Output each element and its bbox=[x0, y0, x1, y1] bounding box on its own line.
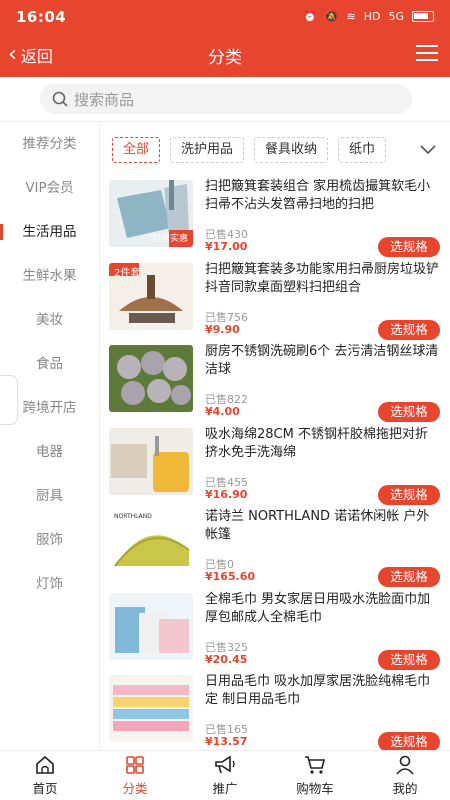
product-item[interactable]: 好用实惠 扫把簸箕套装组合 家用梳齿撮箕软毛小扫帚不沾头发笤帚扫地的扫把 已售4… bbox=[108, 176, 450, 259]
tab-home[interactable]: 首页 bbox=[0, 751, 90, 800]
megaphone-icon bbox=[215, 755, 235, 774]
sidebar-item-recommended[interactable]: 推荐分类 bbox=[0, 122, 99, 166]
sidebar-item-makeup[interactable]: 美妆 bbox=[0, 298, 99, 342]
search-input[interactable]: 搜索商品 bbox=[40, 84, 412, 114]
product-badge: 好用实惠 bbox=[151, 234, 188, 244]
product-image: 2件套 bbox=[109, 262, 193, 330]
search-icon bbox=[52, 91, 68, 107]
bottom-tab-bar: 首页 分类 推广 购物车 我的 bbox=[0, 750, 450, 800]
product-price: ¥4.00 bbox=[205, 405, 240, 418]
status-time: 16:04 bbox=[16, 7, 67, 26]
network-label: 5G bbox=[388, 10, 404, 23]
status-bar: 16:04 ⏰ 🔕 ≋ HD 5G bbox=[0, 0, 450, 33]
product-price: ¥13.57 bbox=[205, 735, 248, 748]
search-placeholder: 搜索商品 bbox=[74, 90, 135, 109]
product-item[interactable]: 全棉毛巾 男女家居日用吸水洗脸面巾加厚包邮成人全棉毛巾 已售325 ¥20.45… bbox=[108, 589, 450, 672]
sidebar-item-appliances[interactable]: 电器 bbox=[0, 430, 99, 474]
product-image bbox=[109, 345, 193, 412]
hd-label: HD bbox=[363, 10, 381, 23]
product-item[interactable]: 日用品毛巾 吸水加厚家居洗脸纯棉毛巾定 制日用品毛巾 已售165 ¥13.57 … bbox=[108, 671, 450, 754]
tab-all[interactable]: 全部 bbox=[112, 137, 161, 163]
product-image bbox=[109, 675, 193, 742]
battery-icon bbox=[412, 11, 434, 22]
tab-mine[interactable]: 我的 bbox=[360, 751, 450, 800]
cart-icon bbox=[305, 756, 326, 774]
product-price: ¥20.45 bbox=[205, 652, 248, 666]
product-name: 全棉毛巾 男女家居日用吸水洗脸面巾加厚包邮成人全棉毛巾 bbox=[205, 591, 431, 625]
search-bar: 搜索商品 bbox=[0, 77, 450, 121]
subcategory-tabs: 全部 洗护用品 餐具收纳 纸巾 bbox=[112, 135, 450, 165]
floating-handle[interactable] bbox=[0, 375, 18, 425]
nav-bar: ‹ 返回 分类 bbox=[0, 33, 450, 77]
mute-icon: 🔕 bbox=[324, 10, 339, 23]
chevron-left-icon: ‹ bbox=[8, 42, 17, 67]
tab-label: 我的 bbox=[392, 781, 418, 796]
select-spec-button[interactable]: 选规格 bbox=[378, 319, 440, 340]
tab-category[interactable]: 分类 bbox=[90, 751, 180, 800]
product-name: 诺诗兰 NORTHLAND 诺诺休闲帐 户外帐篷 bbox=[205, 509, 430, 542]
back-button[interactable]: ‹ 返回 bbox=[0, 43, 53, 67]
select-spec-button[interactable]: 选规格 bbox=[378, 237, 440, 257]
select-spec-button[interactable]: 选规格 bbox=[378, 732, 440, 752]
product-price: ¥165.60 bbox=[205, 570, 256, 583]
tab-label: 推广 bbox=[212, 781, 238, 796]
product-image bbox=[109, 592, 193, 660]
back-label: 返回 bbox=[20, 47, 53, 66]
home-icon bbox=[36, 755, 54, 774]
tab-toiletries[interactable]: 洗护用品 bbox=[170, 137, 245, 163]
product-list: 好用实惠 扫把簸箕套装组合 家用梳齿撮箕软毛小扫帚不沾头发笤帚扫地的扫把 已售4… bbox=[108, 176, 450, 754]
product-image: NORTHLAND bbox=[109, 510, 193, 577]
product-name: 扫把簸箕套装多功能家用扫帚厨房垃圾铲抖音同款桌面塑料扫把组合 bbox=[205, 261, 440, 295]
select-spec-button[interactable]: 选规格 bbox=[378, 402, 440, 422]
sidebar-item-kitchenware[interactable]: 厨具 bbox=[0, 474, 99, 518]
sidebar-item-lighting[interactable]: 灯饰 bbox=[0, 562, 99, 606]
product-price: ¥9.90 bbox=[205, 322, 240, 336]
product-item[interactable]: 厨房不锈钢洗碗刷6个 去污清洁钢丝球清洁球 已售822 ¥4.00 选规格 bbox=[108, 341, 450, 424]
chevron-down-icon[interactable] bbox=[420, 145, 436, 155]
select-spec-button[interactable]: 选规格 bbox=[378, 567, 440, 587]
tab-label: 购物车 bbox=[296, 781, 334, 796]
product-item[interactable]: NORTHLAND 诺诗兰 NORTHLAND 诺诺休闲帐 户外帐篷 已售0 ¥… bbox=[108, 506, 450, 589]
tab-tissue[interactable]: 纸巾 bbox=[338, 137, 387, 163]
category-sidebar: 推荐分类 VIP会员 生活用品 生鲜水果 美妆 食品 跨境开店 电器 厨具 服饰… bbox=[0, 122, 100, 750]
page-title: 分类 bbox=[208, 47, 242, 68]
select-spec-button[interactable]: 选规格 bbox=[378, 484, 440, 505]
product-image bbox=[109, 427, 193, 495]
sidebar-item-vip[interactable]: VIP会员 bbox=[0, 166, 99, 210]
product-badge: 2件套 bbox=[114, 267, 141, 279]
product-image: 好用实惠 bbox=[109, 180, 193, 247]
status-icons: ⏰ 🔕 ≋ HD 5G bbox=[303, 10, 434, 23]
product-name: 扫把簸箕套装组合 家用梳齿撮箕软毛小扫帚不沾头发笤帚扫地的扫把 bbox=[205, 179, 431, 212]
sidebar-item-daily-goods[interactable]: 生活用品 bbox=[0, 210, 99, 254]
sidebar-item-fresh-fruit[interactable]: 生鲜水果 bbox=[0, 254, 99, 298]
category-grid-icon bbox=[126, 756, 144, 774]
tab-tableware[interactable]: 餐具收纳 bbox=[254, 137, 329, 163]
user-icon bbox=[396, 755, 414, 775]
product-name: 日用品毛巾 吸水加厚家居洗脸纯棉毛巾定 制日用品毛巾 bbox=[205, 674, 431, 707]
tab-label: 首页 bbox=[32, 781, 58, 796]
product-name: 厨房不锈钢洗碗刷6个 去污清洁钢丝球清洁球 bbox=[205, 344, 439, 377]
wifi-icon: ≋ bbox=[346, 10, 356, 23]
alarm-icon: ⏰ bbox=[303, 10, 317, 23]
tab-label: 分类 bbox=[122, 781, 148, 796]
tab-cart[interactable]: 购物车 bbox=[270, 751, 360, 800]
product-price: ¥16.90 bbox=[205, 487, 248, 501]
tab-promote[interactable]: 推广 bbox=[180, 751, 270, 800]
sidebar-item-clothing[interactable]: 服饰 bbox=[0, 518, 99, 562]
product-item[interactable]: 2件套 扫把簸箕套装多功能家用扫帚厨房垃圾铲抖音同款桌面塑料扫把组合 已售756… bbox=[108, 259, 450, 342]
product-price: ¥17.00 bbox=[205, 240, 248, 253]
product-item[interactable]: 吸水海绵28CM 不锈钢杆胶棉拖把对折挤水免手洗海绵 已售455 ¥16.90 … bbox=[108, 424, 450, 507]
product-name: 吸水海绵28CM 不锈钢杆胶棉拖把对折挤水免手洗海绵 bbox=[205, 426, 428, 460]
menu-icon[interactable] bbox=[416, 45, 438, 63]
product-badge: NORTHLAND bbox=[114, 513, 152, 520]
select-spec-button[interactable]: 选规格 bbox=[378, 649, 440, 670]
